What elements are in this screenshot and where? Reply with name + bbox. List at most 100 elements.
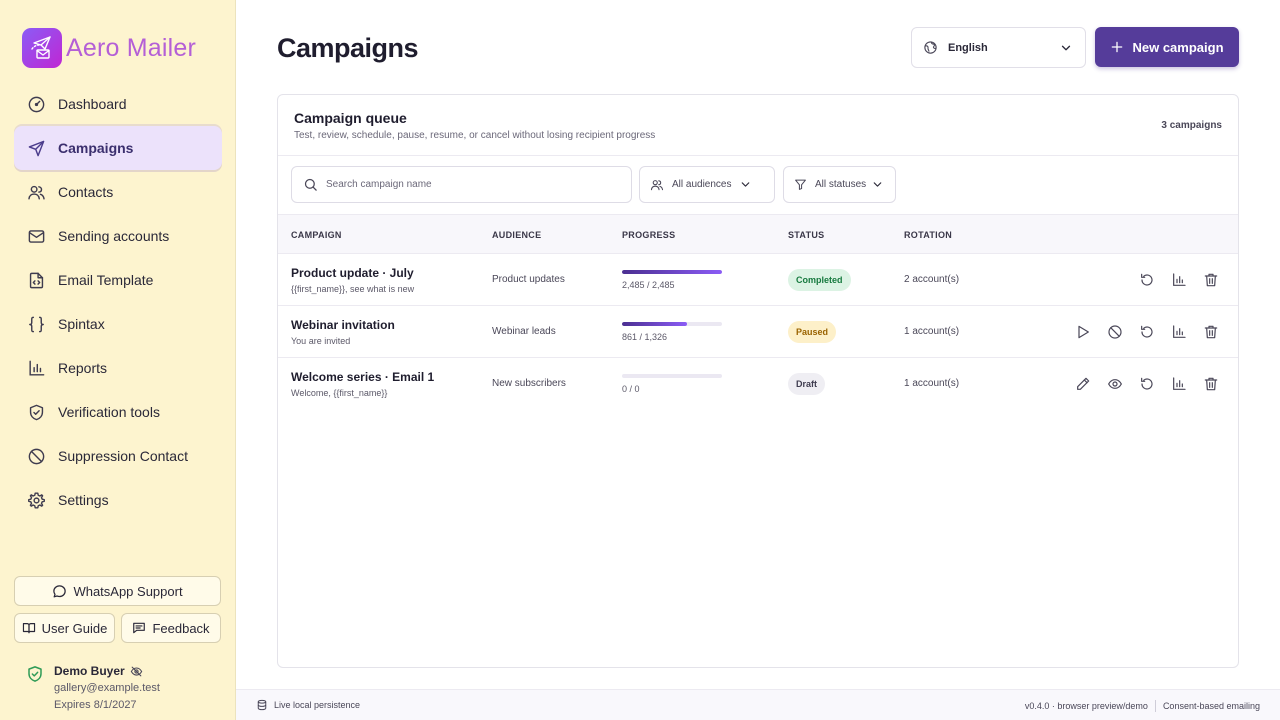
restart-icon[interactable] xyxy=(1138,323,1156,341)
trash-icon[interactable] xyxy=(1202,271,1220,289)
message-square-icon xyxy=(133,622,146,634)
user-guide-label: User Guide xyxy=(41,620,108,636)
campaign-name: Product update · July xyxy=(291,266,414,280)
card-subtitle: Test, review, schedule, pause, resume, o… xyxy=(294,130,656,141)
users-icon xyxy=(26,182,46,202)
chevron-down-icon xyxy=(742,182,750,187)
gear-icon xyxy=(26,490,46,510)
search-placeholder: Search campaign name xyxy=(326,179,432,190)
table-row[interactable]: Welcome series · Email 1 Welcome, {{firs… xyxy=(278,358,1238,410)
ban-icon[interactable] xyxy=(1106,323,1124,341)
user-name: Demo Buyer xyxy=(54,664,143,678)
progress-fill xyxy=(622,322,687,326)
restart-icon[interactable] xyxy=(1138,271,1156,289)
play-icon[interactable] xyxy=(1074,323,1092,341)
sidebar-item-sending-accounts[interactable]: Sending accounts xyxy=(14,214,222,258)
progress-text: 861 / 1,326 xyxy=(622,332,668,342)
status-filter[interactable]: All statuses xyxy=(783,166,896,203)
send-icon xyxy=(26,138,46,158)
shield-check-icon xyxy=(26,402,46,422)
divider xyxy=(1154,700,1156,712)
brand[interactable]: Aero Mailer xyxy=(22,28,196,68)
column-header-audience[interactable]: AUDIENCE xyxy=(492,230,541,240)
footer-meta: v0.4.0 · browser preview/demo Consent-ba… xyxy=(1025,700,1260,712)
bar-chart-icon[interactable] xyxy=(1170,323,1188,341)
users-icon xyxy=(650,179,664,190)
column-header-progress[interactable]: PROGRESS xyxy=(622,230,675,240)
chevron-down-icon xyxy=(873,182,882,187)
campaign-count: 3 campaigns xyxy=(1161,120,1222,131)
progress-text: 0 / 0 xyxy=(622,384,640,394)
new-campaign-button[interactable]: New campaign xyxy=(1095,27,1239,67)
bar-chart-icon[interactable] xyxy=(1170,271,1188,289)
table-header: CAMPAIGN AUDIENCE PROGRESS STATUS ROTATI… xyxy=(278,214,1238,254)
rotation-count: 1 account(s) xyxy=(904,378,960,389)
search-input[interactable]: Search campaign name xyxy=(291,166,632,203)
campaign-subject: {{first_name}}, see what is new xyxy=(291,284,415,294)
mail-icon xyxy=(26,226,46,246)
dashboard-gauge-icon xyxy=(26,94,46,114)
trash-icon[interactable] xyxy=(1202,375,1220,393)
pencil-icon[interactable] xyxy=(1074,375,1092,393)
sidebar-item-label: Suppression Contact xyxy=(58,448,188,464)
feedback-label: Feedback xyxy=(152,620,210,636)
filter-icon xyxy=(795,179,806,190)
shield-check-icon xyxy=(28,666,42,682)
campaign-subject: Welcome, {{first_name}} xyxy=(291,388,388,398)
consent-label: Consent-based emailing xyxy=(1162,701,1260,711)
bar-chart-icon[interactable] xyxy=(1170,375,1188,393)
sidebar-item-dashboard[interactable]: Dashboard xyxy=(14,82,222,126)
sidebar-item-label: Reports xyxy=(58,360,108,376)
campaign-audience: New subscribers xyxy=(492,378,566,389)
search-icon xyxy=(304,178,317,191)
feedback-button[interactable]: Feedback xyxy=(121,613,221,643)
card-title: Campaign queue xyxy=(294,110,407,126)
whatsapp-support-button[interactable]: WhatsApp Support xyxy=(14,576,221,606)
rotation-count: 1 account(s) xyxy=(904,326,960,337)
audience-filter-label: All audiences xyxy=(672,179,732,190)
audience-filter[interactable]: All audiences xyxy=(639,166,775,203)
bar-chart-icon xyxy=(26,358,46,378)
new-campaign-label: New campaign xyxy=(1132,39,1224,55)
sidebar: Aero Mailer Dashboard Campaigns Contacts… xyxy=(0,0,236,720)
table-row[interactable]: Product update · July {{first_name}}, se… xyxy=(278,254,1238,306)
license-expiry: Expires 8/1/2027 xyxy=(54,699,137,711)
column-header-status[interactable]: STATUS xyxy=(788,230,824,240)
sidebar-item-label: Dashboard xyxy=(58,96,127,112)
sidebar-item-email-template[interactable]: Email Template xyxy=(14,258,222,302)
progress-bar xyxy=(622,374,722,378)
sidebar-item-suppression-contact[interactable]: Suppression Contact xyxy=(14,434,222,478)
campaign-audience: Webinar leads xyxy=(492,326,556,337)
column-header-rotation[interactable]: ROTATION xyxy=(904,230,952,240)
restart-icon[interactable] xyxy=(1138,375,1156,393)
sidebar-item-label: Contacts xyxy=(58,184,114,200)
whatsapp-support-label: WhatsApp Support xyxy=(73,583,183,599)
progress-fill xyxy=(622,270,722,274)
version-label: v0.4.0 · browser preview/demo xyxy=(1024,701,1148,711)
trash-icon[interactable] xyxy=(1202,323,1220,341)
ban-icon xyxy=(26,446,46,466)
eye-off-icon[interactable] xyxy=(130,665,143,678)
sidebar-item-verification-tools[interactable]: Verification tools xyxy=(14,390,222,434)
persistence-status: Live local persistence xyxy=(256,699,360,711)
persistence-label: Live local persistence xyxy=(274,700,361,710)
eye-icon[interactable] xyxy=(1106,375,1124,393)
language-select[interactable]: English xyxy=(911,27,1086,68)
user-guide-button[interactable]: User Guide xyxy=(14,613,115,643)
status-badge: Completed xyxy=(788,269,851,291)
sidebar-item-reports[interactable]: Reports xyxy=(14,346,222,390)
page-title: Campaigns xyxy=(277,33,419,63)
brand-name: Aero Mailer xyxy=(66,33,197,62)
campaign-audience: Product updates xyxy=(492,274,565,285)
user-email: gallery@example.test xyxy=(54,682,160,694)
sidebar-item-campaigns[interactable]: Campaigns xyxy=(14,126,222,170)
column-header-campaign[interactable]: CAMPAIGN xyxy=(291,230,342,240)
table-row[interactable]: Webinar invitation You are invited Webin… xyxy=(278,306,1238,358)
progress-text: 2,485 / 2,485 xyxy=(622,280,675,290)
sidebar-item-label: Spintax xyxy=(58,316,105,332)
book-icon xyxy=(22,623,35,634)
sidebar-item-label: Verification tools xyxy=(58,404,160,420)
sidebar-item-spintax[interactable]: Spintax xyxy=(14,302,222,346)
sidebar-item-contacts[interactable]: Contacts xyxy=(14,170,222,214)
sidebar-item-settings[interactable]: Settings xyxy=(14,478,222,522)
